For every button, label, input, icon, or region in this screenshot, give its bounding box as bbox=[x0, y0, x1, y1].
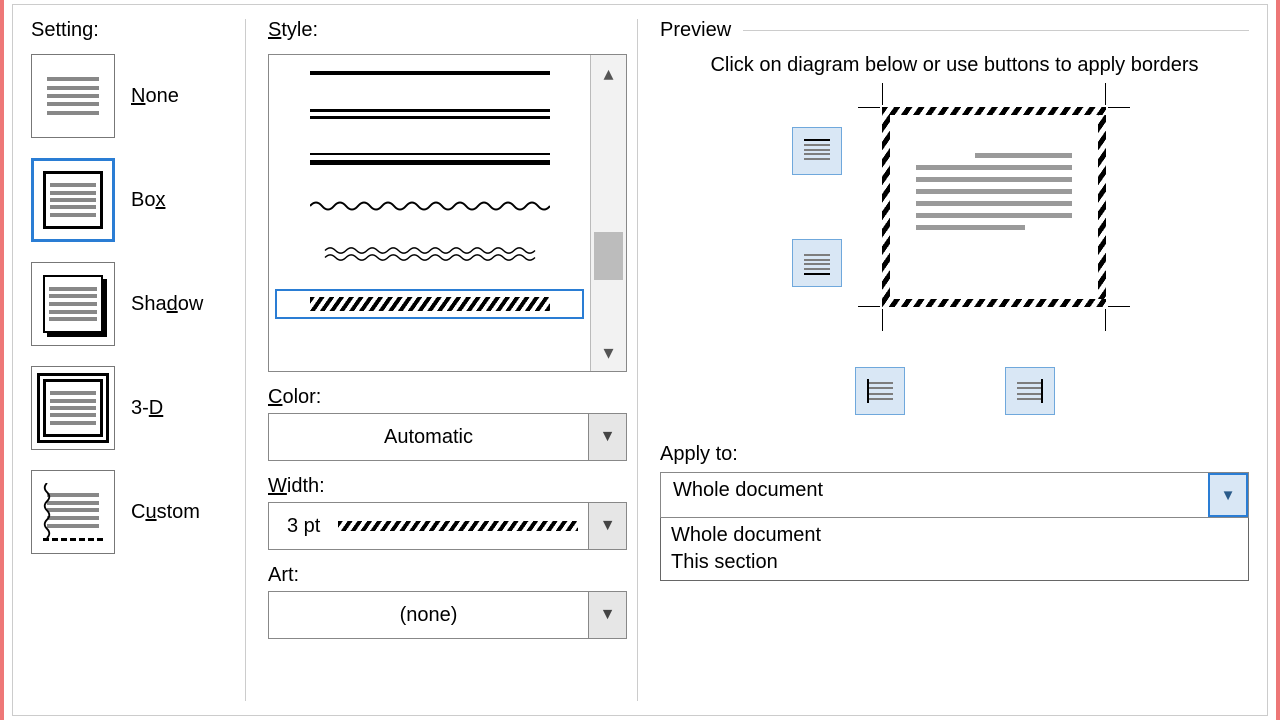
setting-none[interactable]: None bbox=[31, 54, 235, 138]
setting-shadow[interactable]: Shadow bbox=[31, 262, 235, 346]
scroll-up-icon[interactable]: ▴ bbox=[603, 55, 613, 92]
style-thick[interactable] bbox=[275, 65, 584, 81]
apply-to-combo[interactable]: Whole document ▼ bbox=[660, 472, 1249, 518]
art-value: (none) bbox=[269, 604, 588, 627]
apply-to-value: Whole document bbox=[661, 473, 1208, 517]
apply-to-option-whole[interactable]: Whole document bbox=[671, 522, 1238, 549]
width-dropdown-button[interactable]: ▼ bbox=[588, 503, 626, 549]
border-bottom-button[interactable] bbox=[792, 239, 842, 287]
border-right-button[interactable] bbox=[1005, 367, 1055, 415]
border-left-button[interactable] bbox=[855, 367, 905, 415]
apply-to-option-section[interactable]: This section bbox=[671, 549, 1238, 576]
style-double[interactable] bbox=[275, 103, 584, 125]
art-label: Art: bbox=[268, 564, 627, 587]
width-label: Width: bbox=[268, 475, 627, 498]
apply-to-label: Apply to: bbox=[660, 443, 1249, 466]
style-hatch[interactable] bbox=[275, 289, 584, 319]
art-dropdown-button[interactable]: ▼ bbox=[588, 592, 626, 638]
color-dropdown-button[interactable]: ▼ bbox=[588, 414, 626, 460]
style-scrollbar[interactable]: ▴ ▾ bbox=[590, 55, 626, 371]
color-combo[interactable]: Automatic ▼ bbox=[268, 413, 627, 461]
art-combo[interactable]: (none) ▼ bbox=[268, 591, 627, 639]
width-combo[interactable]: 3 pt ▼ bbox=[268, 502, 627, 550]
style-wave-double[interactable] bbox=[275, 241, 584, 267]
setting-label: Setting: bbox=[31, 19, 235, 42]
color-label: Color: bbox=[268, 386, 627, 409]
color-value: Automatic bbox=[269, 426, 588, 449]
style-label: Style: bbox=[268, 19, 627, 42]
style-list[interactable]: ▴ ▾ bbox=[268, 54, 627, 372]
setting-3d[interactable]: 3-D bbox=[31, 366, 235, 450]
preview-diagram[interactable] bbox=[870, 95, 1118, 319]
width-value: 3 pt bbox=[269, 515, 338, 538]
apply-to-list[interactable]: Whole document This section bbox=[660, 518, 1249, 581]
style-wave[interactable] bbox=[275, 193, 584, 219]
border-top-button[interactable] bbox=[792, 127, 842, 175]
setting-box[interactable]: Box bbox=[31, 158, 235, 242]
scroll-down-icon[interactable]: ▾ bbox=[603, 334, 613, 371]
style-thin-thick[interactable] bbox=[275, 147, 584, 171]
setting-custom[interactable]: Custom bbox=[31, 470, 235, 554]
preview-label: Preview bbox=[660, 19, 731, 42]
scroll-thumb[interactable] bbox=[594, 232, 623, 280]
apply-to-dropdown-button[interactable]: ▼ bbox=[1208, 473, 1248, 517]
preview-hint: Click on diagram below or use buttons to… bbox=[700, 52, 1209, 79]
